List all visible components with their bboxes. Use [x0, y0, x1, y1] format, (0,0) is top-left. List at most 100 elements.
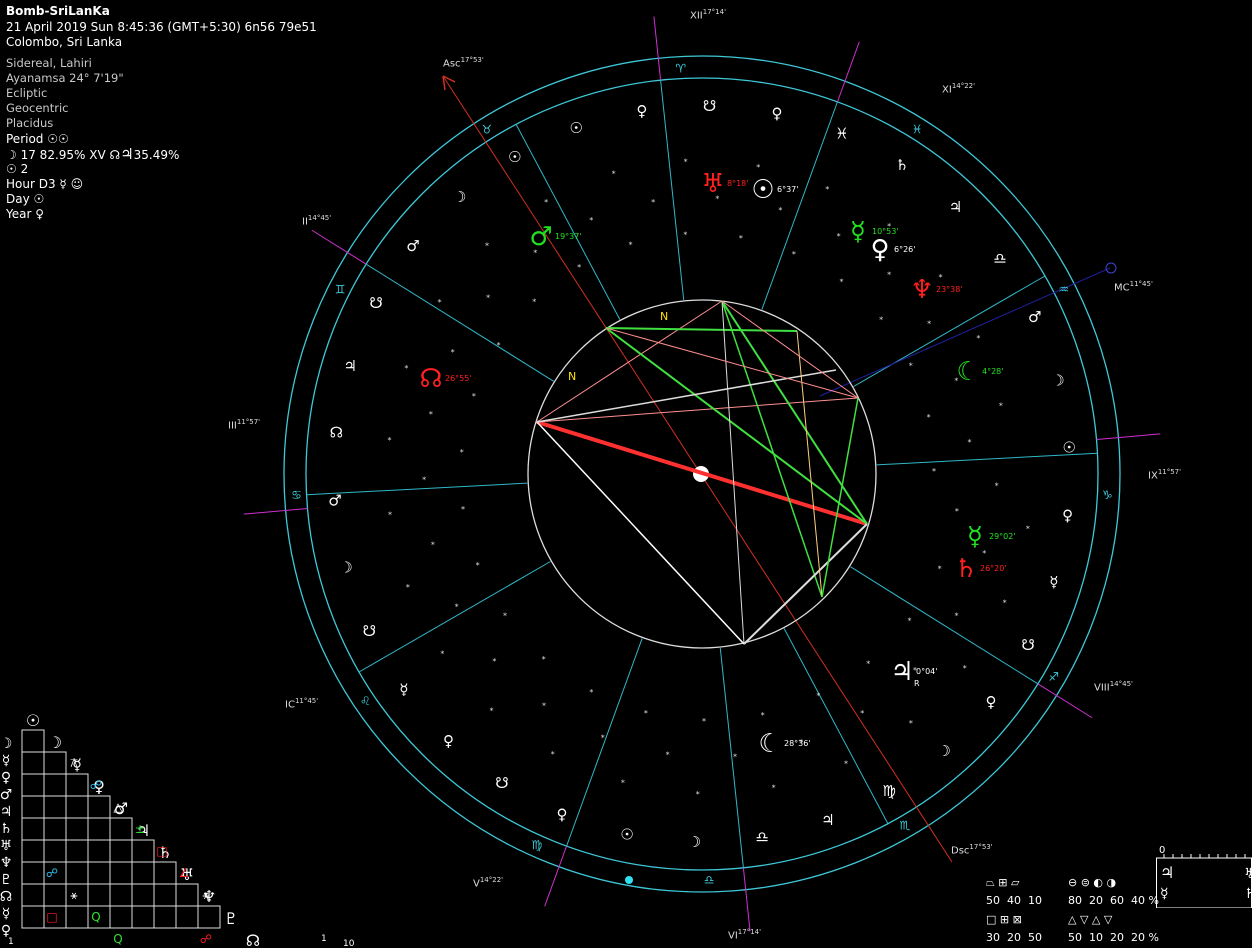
neptune-degree: 23°38'	[936, 285, 963, 294]
outer-glyph-icon: ☉	[569, 119, 582, 137]
star-marker: *	[497, 341, 501, 350]
outer-glyph-icon: ☋	[369, 294, 382, 312]
star-marker: *	[621, 779, 625, 788]
sun-icon: ☉	[751, 175, 774, 205]
aspect-grid-cell	[131, 883, 155, 907]
star-marker: *	[733, 752, 737, 761]
house-cusp-line	[719, 647, 744, 868]
aspect-grid-cell	[43, 839, 67, 863]
outer-glyph-icon: ♎	[993, 249, 1006, 267]
star-marker: *	[431, 541, 435, 550]
aspect-line	[536, 369, 837, 423]
mercury2-icon: ☿	[967, 522, 983, 552]
outer-glyph-icon: ♄	[895, 156, 908, 174]
star-marker: *	[772, 783, 776, 792]
star-marker: *	[542, 702, 546, 711]
aspect-grid-cell	[109, 861, 133, 885]
zodiac-sign-icon: ♓	[912, 123, 923, 137]
aspect-grid-cell	[21, 751, 45, 775]
star-marker: *	[938, 565, 942, 574]
aspect-grid-mark: ☍	[200, 932, 212, 946]
outer-glyph-icon: ☉	[620, 825, 633, 843]
star-marker: *	[589, 688, 593, 697]
zodiac-sign-icon: ♎	[704, 873, 715, 887]
house-cusp-line	[660, 80, 685, 301]
star-marker: *	[976, 334, 980, 343]
grid-row-icon: ☊	[0, 889, 12, 905]
zodiac-sign-icon: ♈	[675, 62, 686, 76]
grid-row-icon: ♅	[0, 838, 12, 854]
aspect-grid-mark: Q	[91, 910, 100, 924]
uranus-icon: ♅	[1244, 866, 1252, 882]
star-marker: *	[503, 612, 507, 621]
outer-glyph-icon: ♂	[406, 237, 419, 255]
aspect-line	[605, 327, 798, 332]
star-marker: *	[963, 664, 967, 673]
house-cusp-line	[761, 101, 838, 310]
star-marker: *	[451, 348, 455, 357]
day-line: Day ☉	[6, 192, 45, 206]
jupiter-icon: ♃	[120, 145, 134, 163]
stats-row1b: 80 20 60 40 %	[1068, 894, 1159, 907]
star-marker: *	[461, 505, 465, 514]
aspect-grid-mark: △	[113, 800, 123, 814]
chart-place: Colombo, Sri Lanka	[6, 35, 123, 49]
grid-number-left: 1	[8, 937, 14, 947]
aspect-line	[821, 397, 859, 598]
aspect-grid-cell	[87, 817, 111, 841]
star-marker: *	[492, 657, 496, 666]
retrograde-label: R	[914, 679, 920, 688]
chart-title: Bomb-SriLanKa	[6, 4, 110, 18]
uranus-degree: 8°18'	[727, 179, 748, 188]
star-marker: *	[429, 410, 433, 419]
ic-marker	[625, 876, 633, 884]
star-marker: *	[1026, 525, 1030, 534]
outer-glyph-icon: ☽	[938, 742, 951, 760]
period-line: Period ☉☉	[6, 132, 69, 146]
outer-glyph-icon: ☉	[1062, 439, 1075, 457]
outer-glyph-icon: ♂	[328, 491, 341, 509]
outer-glyph-icon: ♃	[949, 198, 962, 216]
mercury-icon: ☿	[59, 177, 67, 191]
star-marker: *	[472, 392, 476, 401]
aspect-grid-mark: ⚹	[70, 888, 77, 902]
outer-glyph-icon: ☊	[330, 424, 343, 442]
grid-number-mid: 1	[321, 934, 327, 944]
aspect-grid-cell	[65, 817, 89, 841]
grid-row-icon: ♆	[0, 855, 12, 871]
zodiac-sign-icon: ♑	[1102, 488, 1113, 502]
ayanamsa-setting: Ayanamsa 24° 7'19"	[6, 71, 124, 85]
house-system-setting: Placidus	[6, 116, 54, 130]
star-marker: *	[860, 709, 864, 718]
jupiter-icon: ♃	[1160, 863, 1174, 882]
aspect-grid-cell	[21, 905, 45, 929]
zodiac-sign-icon: ♍	[531, 838, 542, 852]
element-icons-row1: ⏢ ⊞ ⏥	[986, 876, 1020, 889]
star-marker: *	[825, 185, 829, 194]
star-marker: *	[778, 206, 782, 215]
outer-glyph-icon: ♂	[1028, 308, 1041, 326]
aspect-grid-cell	[65, 905, 89, 929]
outer-glyph-icon: ☋	[1021, 636, 1034, 654]
aspect-grid-cell	[65, 861, 89, 885]
aspect-grid-cell	[43, 883, 67, 907]
aspect-line	[721, 300, 823, 598]
outer-glyph-icon: ☋	[703, 97, 716, 115]
venus-icon: ♀	[870, 235, 889, 265]
star-marker: *	[388, 511, 392, 520]
grid-row-icon: ☽	[0, 736, 12, 752]
star-marker: *	[955, 507, 959, 516]
mercury-icon: ☿	[850, 217, 866, 247]
star-marker: *	[866, 659, 870, 668]
aspect-grid-mark: □	[156, 844, 167, 858]
outer-glyph-icon: ♍	[883, 782, 896, 800]
aspect-grid-cell	[21, 773, 45, 797]
zodiac-sign-icon: ♒	[1058, 283, 1069, 297]
star-marker: *	[1003, 598, 1007, 607]
node-icon: ☊	[109, 148, 121, 162]
aspect-grid-mark: ±	[135, 822, 145, 836]
star-marker: *	[837, 232, 841, 241]
outer-glyph-icon: ☽	[1051, 372, 1064, 390]
house-label-xi: XI14°22'	[942, 82, 976, 96]
plane-setting: Ecliptic	[6, 86, 48, 100]
